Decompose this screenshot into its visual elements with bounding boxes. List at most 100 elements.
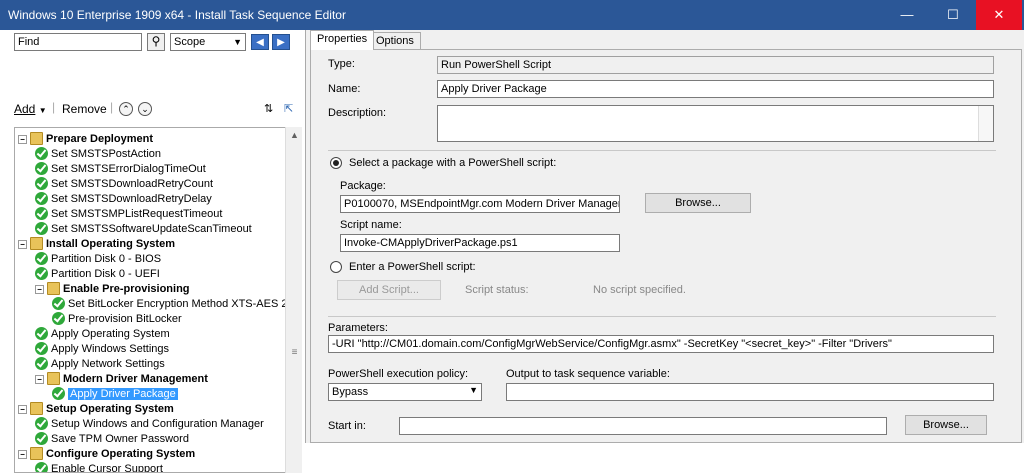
scope-dropdown[interactable]: Scope ▼ [170,33,246,51]
right-pane: Properties Options Type: Run PowerShell … [306,30,1024,443]
tree-node-label: Prepare Deployment [46,133,153,145]
checkmark-icon [35,207,48,220]
description-scrollbar[interactable] [978,106,993,141]
output-variable-label: Output to task sequence variable: [506,368,670,380]
checkmark-icon [35,147,48,160]
move-down-icon[interactable]: ⌄ [138,102,152,116]
enter-script-radio[interactable] [330,261,342,273]
tree-step[interactable]: Set SMSTSDownloadRetryDelay [35,192,212,207]
tree-node-label: Apply Driver Package [68,388,178,400]
tree-group[interactable]: − Setup Operating System [18,402,174,417]
tree-group[interactable]: − Prepare Deployment [18,132,153,147]
checkmark-icon [35,432,48,445]
title-bar: Windows 10 Enterprise 1909 x64 - Install… [0,0,1024,30]
package-label: Package: [340,180,386,192]
collapse-toggle-icon[interactable]: − [18,135,27,144]
tree-step[interactable]: Apply Network Settings [35,357,165,372]
tree-node-label: Set SMSTSPostAction [51,148,162,160]
close-button[interactable]: ✕ [976,0,1022,30]
output-variable-field[interactable] [506,383,994,401]
checkmark-icon [35,267,48,280]
name-field[interactable]: Apply Driver Package [437,80,994,98]
tree-step[interactable]: Set SMSTSErrorDialogTimeOut [35,162,206,177]
window-title: Windows 10 Enterprise 1909 x64 - Install… [8,8,346,22]
collapse-toggle-icon[interactable]: − [18,240,27,249]
browse-start-in-button[interactable]: Browse... [905,415,987,435]
tree-group[interactable]: − Install Operating System [18,237,175,252]
add-dropdown-icon: ▼ [38,106,47,115]
tree-group[interactable]: − Configure Operating System [18,447,195,462]
tree-group[interactable]: − Enable Pre-provisioning [35,282,190,297]
package-script-radio[interactable] [330,157,342,169]
description-label: Description: [328,107,387,119]
name-label: Name: [328,83,361,95]
task-sequence-tree[interactable]: − Prepare Deployment Set SMSTSPostAction Se… [14,127,285,473]
scroll-thumb-icon[interactable]: ≡ [290,347,299,358]
tab-properties[interactable]: Properties [310,30,375,50]
tree-step[interactable]: Pre-provision BitLocker [52,312,182,327]
tree-node-label: Apply Operating System [51,328,170,340]
tree-node-label: Partition Disk 0 - UEFI [51,268,160,280]
collapse-toggle-icon[interactable]: − [18,450,27,459]
tree-step[interactable]: Setup Windows and Configuration Manager [35,417,264,432]
checkmark-icon [52,297,65,310]
tree-step[interactable]: Partition Disk 0 - UEFI [35,267,160,282]
add-label: Add [14,102,36,116]
find-previous-icon[interactable]: ◀ [251,34,269,50]
collapse-toggle-icon[interactable]: − [35,285,44,294]
tree-group[interactable]: − Modern Driver Management [35,372,208,387]
checkmark-icon [35,252,48,265]
tree-step[interactable]: Apply Driver Package [52,387,178,402]
tree-step[interactable]: Partition Disk 0 - BIOS [35,252,161,267]
tree-node-label: Partition Disk 0 - BIOS [51,253,162,265]
description-field[interactable] [437,105,994,142]
checkmark-icon [35,342,48,355]
folder-icon [30,132,43,145]
folder-icon [47,372,60,385]
find-next-icon[interactable]: ▶ [272,34,290,50]
minimize-button[interactable]: — [884,0,930,30]
tree-node-label: Configure Operating System [46,448,196,460]
scroll-up-icon[interactable]: ▲ [286,127,303,144]
tree-node-label: Apply Network Settings [51,358,165,370]
tree-step[interactable]: Enable Cursor Support [35,462,163,472]
tree-node-label: Enable Pre-provisioning [63,283,190,295]
tree-node-label: Setup Windows and Configuration Manager [51,418,264,430]
tree-step[interactable]: Set SMSTSSoftwareUpdateScanTimeout [35,222,252,237]
search-input[interactable]: Find [14,33,142,51]
collapse-toggle-icon[interactable]: − [18,405,27,414]
execution-policy-dropdown[interactable]: Bypass ▼ [328,383,482,401]
tree-step[interactable]: Apply Windows Settings [35,342,169,357]
parameters-field[interactable]: -URI "http://CM01.domain.com/ConfigMgrWe… [328,335,994,353]
toolbar-divider: | [52,100,56,114]
properties-panel: Type: Run PowerShell Script Name: Apply … [310,49,1022,443]
script-status-value: No script specified. [593,284,686,296]
left-pane: Find ⚲ Scope ▼ ◀ ▶ Add ▼ | Remove | ⌃ ⌄ … [0,30,306,473]
browse-package-button[interactable]: Browse... [645,193,751,213]
remove-button[interactable]: Remove [62,102,107,116]
script-name-field[interactable]: Invoke-CMApplyDriverPackage.ps1 [340,234,620,252]
tree-node-label: Save TPM Owner Password [51,433,189,445]
search-icon[interactable]: ⚲ [147,33,165,51]
checkmark-icon [35,162,48,175]
tree-step[interactable]: Set SMSTSDownloadRetryCount [35,177,213,192]
checkmark-icon [35,462,48,472]
tree-step[interactable]: Set BitLocker Encryption Method XTS-AES … [52,297,285,312]
start-in-field[interactable] [399,417,887,435]
collapse-toggle-icon[interactable]: − [35,375,44,384]
move-up-icon[interactable]: ⌃ [119,102,133,116]
add-menu[interactable]: Add ▼ [14,102,47,116]
folder-icon [30,402,43,415]
sort-icon[interactable]: ⇅ [264,102,273,115]
tree-step[interactable]: Set SMSTSPostAction [35,147,161,162]
tree-step[interactable]: Apply Operating System [35,327,170,342]
tree-step[interactable]: Save TPM Owner Password [35,432,189,447]
tree-step[interactable]: Set SMSTSMPListRequestTimeout [35,207,222,222]
script-status-label: Script status: [465,284,529,296]
maximize-button[interactable]: ☐ [930,0,976,30]
tree-scrollbar[interactable]: ▲ ≡ [285,127,302,473]
tree-node-label: Modern Driver Management [63,373,208,385]
collapse-icon[interactable]: ⇱ [284,102,293,115]
tab-options[interactable]: Options [369,32,421,50]
add-script-button[interactable]: Add Script... [337,280,441,300]
